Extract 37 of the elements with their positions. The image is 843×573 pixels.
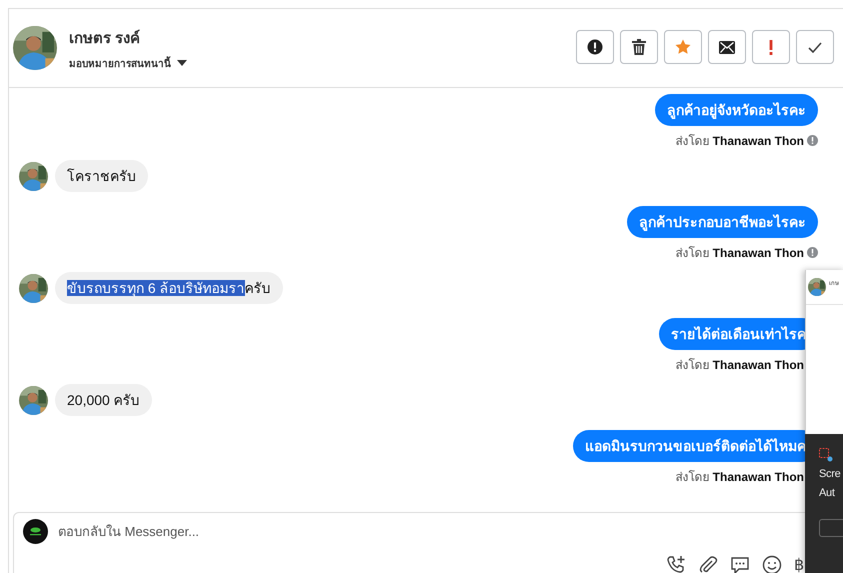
- mail-button[interactable]: [708, 30, 746, 64]
- message-bubble: โคราชครับ: [55, 160, 148, 192]
- message-bubble: ลูกค้าประกอบอาชีพอะไรคะ: [627, 206, 818, 238]
- sender-label: ส่งโดย Thanawan Thon: [675, 357, 804, 374]
- contact-name: เกษตร รงค์: [69, 28, 142, 48]
- trash-button[interactable]: [620, 30, 658, 64]
- star-button[interactable]: [664, 30, 702, 64]
- message-bubble: 20,000 ครับ: [55, 384, 152, 416]
- check-icon: [808, 42, 822, 52]
- toast-text: Aut: [819, 486, 836, 500]
- sender-label: ส่งโดย Thanawan Thon: [675, 245, 804, 262]
- message-bubble: ขับรถบรรทุก 6 ล้อบริษัทอมราครับ: [55, 272, 283, 304]
- baht-button[interactable]: ฿: [794, 555, 804, 573]
- important-button[interactable]: [752, 30, 790, 64]
- sender-label: ส่งโดย Thanawan Thon: [675, 469, 804, 486]
- toast-text: Scre: [819, 467, 842, 481]
- caret-icon[interactable]: [177, 60, 187, 66]
- sender-label: ส่งโดย Thanawan Thon: [675, 133, 804, 150]
- message-bubble: ลูกค้าอยู่จังหวัดอะไรคะ: [655, 94, 818, 126]
- reply-field[interactable]: ตอบกลับใน Messenger...: [58, 524, 358, 539]
- envelope-icon: [719, 40, 735, 54]
- phone-add-icon[interactable]: [666, 555, 686, 573]
- toast-button[interactable]: [819, 519, 843, 537]
- assign-menu[interactable]: มอบหมายการสนทนานี้: [69, 56, 171, 70]
- emoji-icon[interactable]: [762, 555, 782, 573]
- info-icon[interactable]: [807, 135, 818, 146]
- info-icon[interactable]: [807, 247, 818, 258]
- done-button[interactable]: [796, 30, 834, 64]
- trash-icon: [632, 39, 646, 55]
- chat-icon[interactable]: [730, 555, 750, 573]
- alert-icon: [587, 39, 603, 55]
- star-icon: [675, 39, 691, 55]
- paperclip-icon[interactable]: [698, 555, 718, 573]
- exclamation-icon: [769, 40, 773, 54]
- alert-button[interactable]: [576, 30, 614, 64]
- page-avatar-icon: [23, 519, 48, 544]
- snip-icon: [819, 448, 833, 462]
